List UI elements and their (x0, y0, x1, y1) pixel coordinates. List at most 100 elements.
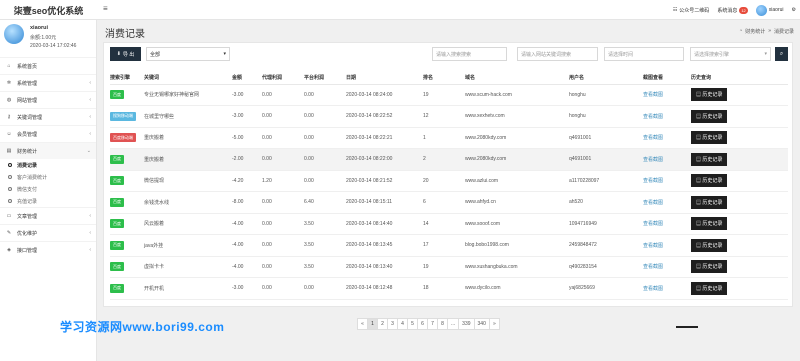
platform-profit-cell: 0.00 (304, 148, 346, 171)
history-button[interactable]: ▤ 历史记录 (691, 281, 728, 295)
view-screenshot-link[interactable]: 查看截图 (643, 178, 663, 184)
table-header-row: 搜索引擎 关键词 金额 代理利润 平台利润 日期 排名 域名 用户名 截图查看 … (110, 71, 788, 85)
qr-code-label: 公众号二维码 (679, 7, 710, 14)
keyword-cell: 微信提现 (144, 170, 232, 192)
user-name: xiaorui (30, 25, 49, 31)
site-title[interactable]: 柒壹seo优化系统 (0, 0, 97, 20)
sidebar-item-finance[interactable]: ▤ 财务统计 ⌄ (0, 142, 96, 159)
history-button[interactable]: ▤ 历史记录 (691, 195, 728, 209)
screenshot-cell: 查看截图 (643, 234, 691, 257)
user-menu[interactable]: xiaorui (755, 4, 784, 16)
breadcrumb-home[interactable]: 财务统计 (745, 28, 765, 35)
keyword-search-placeholder: 请输入搜索搜索 (436, 51, 472, 58)
rank-cell: 6 (423, 191, 465, 214)
history-button[interactable]: ▤ 历史记录 (691, 217, 728, 231)
history-button[interactable]: ▤ 历史记录 (691, 260, 728, 274)
search-button[interactable]: ⌕ (775, 47, 788, 61)
sidebar-item-articles[interactable]: ▭ 文章管理 ‹ (0, 207, 96, 224)
hamburger-icon[interactable]: ≡ (103, 4, 108, 13)
messages-link[interactable]: 系统消息 12 (717, 6, 748, 14)
sidebar-subitem-wechat-pay[interactable]: 微信支付 (0, 183, 96, 195)
engine-select[interactable]: 请选择搜索引擎 ▾ (690, 47, 771, 61)
chevron-left-icon: ‹ (89, 131, 91, 137)
engine-cell: 百度 (110, 191, 144, 214)
amount-cell: -8.00 (232, 191, 262, 214)
history-button[interactable]: ▤ 历史记录 (691, 88, 728, 102)
export-button[interactable]: ⬇ 导 出 (110, 47, 141, 61)
view-screenshot-link[interactable]: 查看截图 (643, 264, 663, 270)
keyword-cell: 余钱洗水线 (144, 191, 232, 214)
chevron-left-icon: ‹ (89, 213, 91, 219)
rank-cell: 20 (423, 170, 465, 192)
platform-profit-cell: 0.00 (304, 84, 346, 106)
column-header: 金额 (232, 71, 262, 85)
view-screenshot-link[interactable]: 查看截图 (643, 92, 663, 98)
engine-badge: 百度 (110, 197, 124, 207)
type-select[interactable]: 全部 ▾ (146, 47, 230, 61)
platform-profit-cell: 6.40 (304, 191, 346, 214)
app-root: 柒壹seo优化系统 ≡ ☷ 公众号二维码 系统消息 12 xiaorui ⚙ x… (0, 0, 800, 361)
sidebar-item-optimization[interactable]: ✎ 优化维护 ‹ (0, 224, 96, 241)
gear-icon[interactable]: ⚙ (792, 7, 796, 13)
view-screenshot-link[interactable]: 查看截图 (643, 243, 663, 249)
history-button[interactable]: ▤ 历史记录 (691, 238, 728, 252)
page-button[interactable]: 339 (458, 318, 475, 330)
chevron-left-icon: ‹ (89, 97, 91, 103)
history-button[interactable]: ▤ 历史记录 (691, 174, 728, 188)
gear-icon: ✲ (6, 80, 12, 86)
keyword-search-input[interactable]: 请输入搜索搜索 (432, 47, 507, 61)
history-button-label: 历史记录 (702, 178, 723, 185)
history-button-label: 历史记录 (702, 221, 723, 228)
sidebar-subitem-recharge[interactable]: 充值记录 (0, 195, 96, 207)
sidebar-item-sites[interactable]: ◍ 网站管理 ‹ (0, 91, 96, 108)
time-picker-placeholder: 请选择时间 (608, 51, 634, 58)
column-header: 关键词 (144, 71, 232, 85)
history-button-label: 历史记录 (702, 285, 723, 292)
history-button[interactable]: ▤ 历史记录 (691, 152, 728, 166)
chevron-left-icon: ‹ (89, 247, 91, 253)
history-button[interactable]: ▤ 历史记录 (691, 109, 728, 123)
engine-badge: 百度 (110, 176, 124, 186)
engine-cell: 百度 (110, 84, 144, 106)
history-button[interactable]: ▤ 历史记录 (691, 131, 728, 145)
time-picker-input[interactable]: 请选择时间 (604, 47, 684, 61)
amount-cell: -5.00 (232, 127, 262, 149)
keyword-cell: 重庆搬着 (144, 127, 232, 149)
sidebar-item-home[interactable]: ⌂ 系统首页 (0, 57, 96, 74)
plug-icon: ◈ (7, 247, 11, 253)
sidebar-subitem-consumption[interactable]: 消费记录 (0, 159, 96, 171)
agent-profit-cell: 0.00 (262, 84, 304, 106)
date-cell: 2020-03-14 08:22:00 (346, 148, 423, 171)
url-search-input[interactable]: 请输入网站关键词搜索 (517, 47, 598, 61)
domain-cell: www.xexhetv.com (465, 105, 569, 128)
filter-bar: ⬇ 导 出 全部 ▾ 请输入搜索搜索 请输入网站关键词搜索 请选择时间 请选择搜… (110, 47, 788, 61)
view-screenshot-link[interactable]: 查看截图 (643, 157, 663, 163)
domain-cell: www.dycilo.com (465, 277, 569, 300)
sidebar-item-members[interactable]: ☺ 会员管理 ‹ (0, 125, 96, 142)
domain-cell: www.2080kdy.com (465, 127, 569, 149)
page-title: 消费记录 (105, 29, 145, 40)
page-next-button[interactable]: » (488, 318, 500, 330)
messages-count-badge: 12 (739, 6, 748, 14)
rank-cell: 2 (423, 148, 465, 171)
doc-icon: ▭ (6, 213, 12, 219)
engine-badge: 百度 (110, 90, 124, 100)
view-screenshot-link[interactable]: 查看截图 (643, 135, 663, 141)
sidebar-item-system[interactable]: ✲ 系统管理 ‹ (0, 74, 96, 91)
domain-cell: www.xushangbuka.com (465, 256, 569, 278)
sidebar-item-label: 优化维护 (17, 230, 38, 237)
home-icon: ⌂ (7, 63, 11, 69)
engine-cell: 百度 (110, 148, 144, 171)
sidebar-subitem-customer-stats[interactable]: 客户消费统计 (0, 171, 96, 183)
view-screenshot-link[interactable]: 查看截图 (643, 221, 663, 227)
sidebar-item-label: 会员管理 (17, 131, 38, 138)
page-button[interactable]: 340 (473, 318, 490, 330)
view-screenshot-link[interactable]: 查看截图 (643, 286, 663, 292)
sidebar-item-api[interactable]: ◈ 接口管理 ‹ (0, 241, 96, 258)
view-screenshot-link[interactable]: 查看截图 (643, 200, 663, 206)
qr-code-link[interactable]: ☷ 公众号二维码 (673, 7, 710, 14)
export-label: 导 出 (122, 51, 135, 58)
sidebar-item-keywords[interactable]: ⚷ 关键词管理 ‹ (0, 108, 96, 125)
view-screenshot-link[interactable]: 查看截图 (643, 114, 663, 120)
sidebar-item-label: 系统首页 (17, 63, 38, 70)
